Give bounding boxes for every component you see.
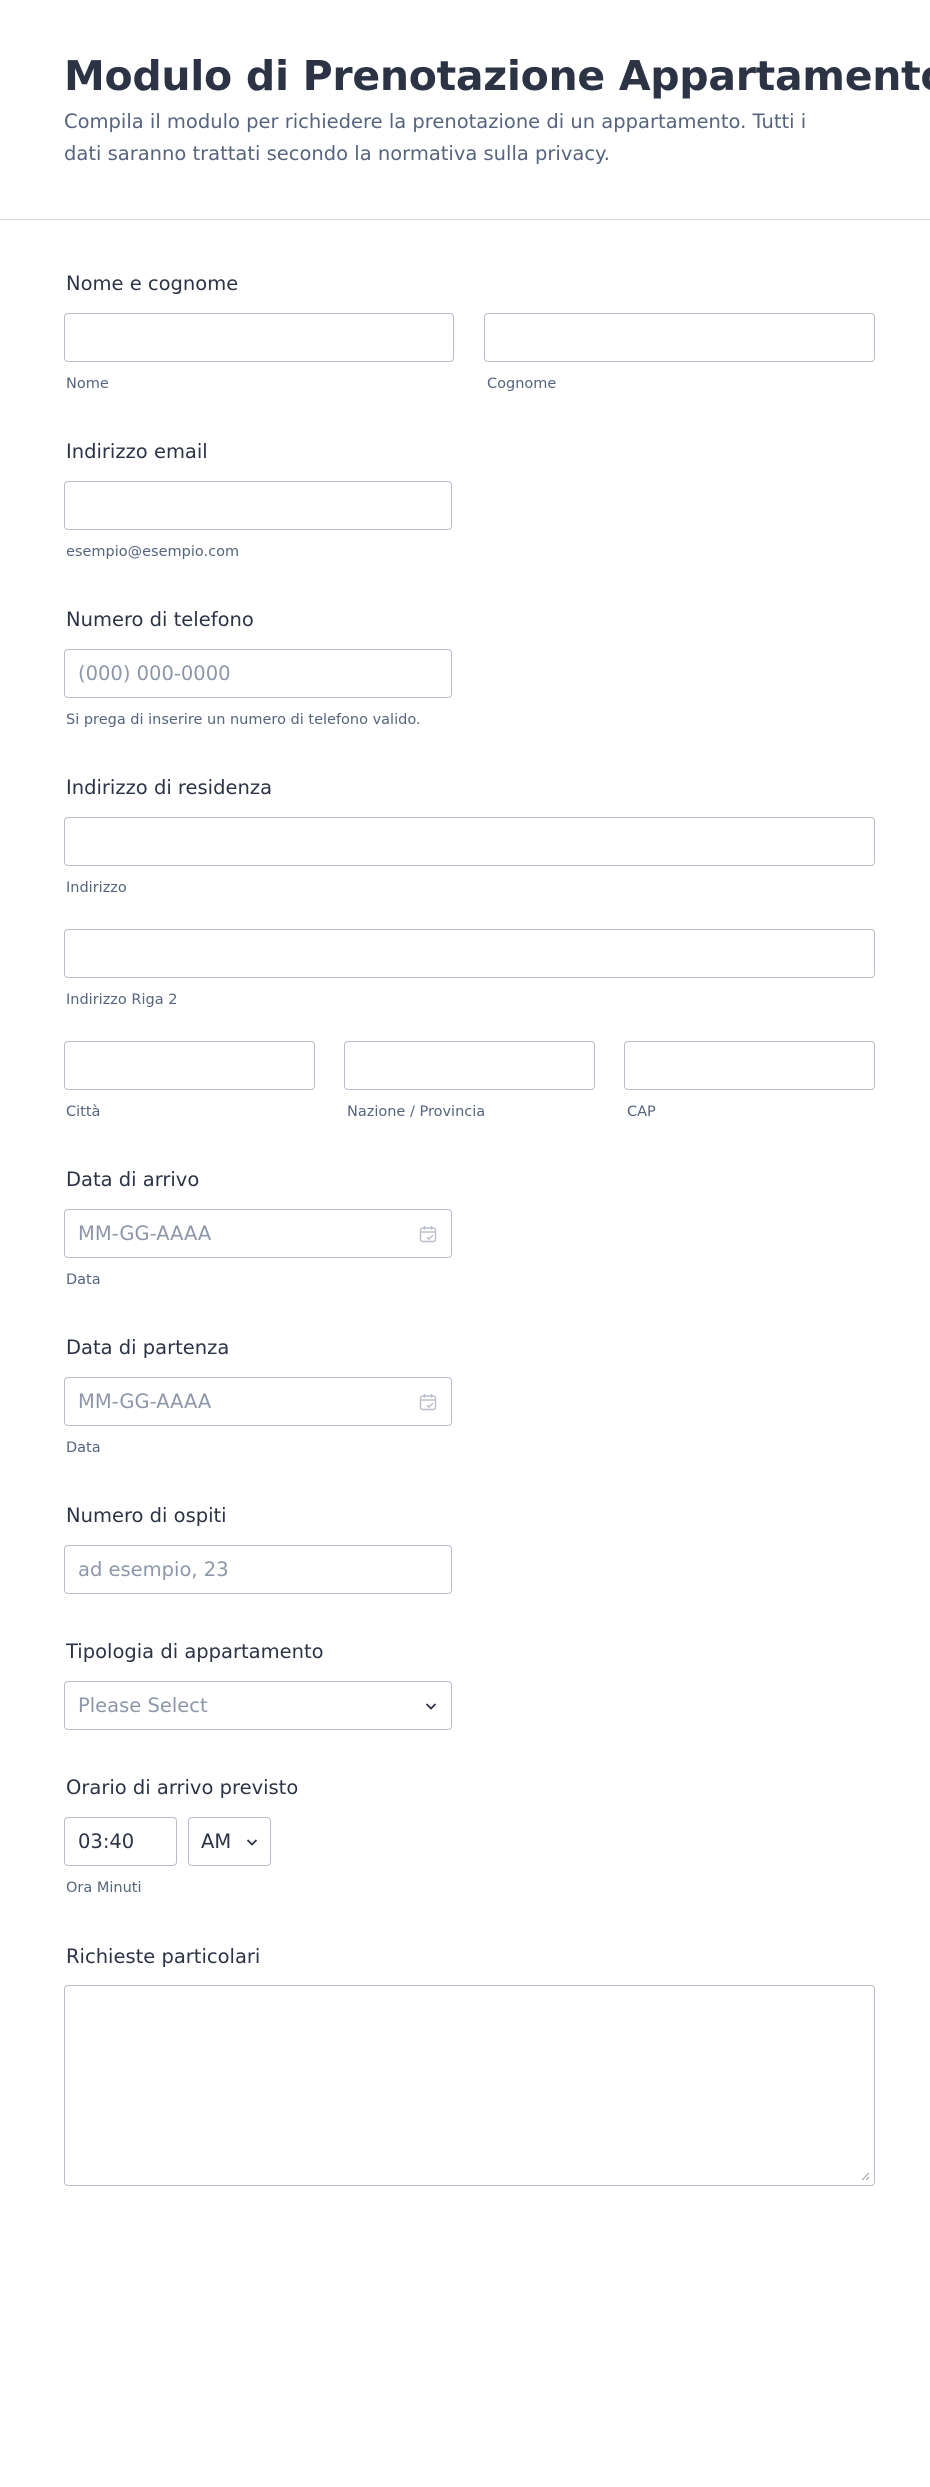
zip-input[interactable] <box>624 1041 875 1090</box>
phone-input[interactable]: (000) 000-0000 <box>64 649 452 698</box>
state-input[interactable] <box>344 1041 595 1090</box>
zip-sublabel: CAP <box>627 1104 656 1120</box>
apartment-type-selected: Please Select <box>78 1694 208 1717</box>
arrival-date-placeholder: MM-GG-AAAA <box>78 1222 212 1245</box>
departure-date-sublabel: Data <box>66 1440 101 1456</box>
arrival-time-sublabel: Ora Minuti <box>66 1880 142 1896</box>
guests-input[interactable]: ad esempio, 23 <box>64 1545 452 1594</box>
apartment-type-select[interactable]: Please Select <box>64 1681 452 1730</box>
arrival-time-value: 03:40 <box>78 1830 135 1853</box>
ampm-value: AM <box>201 1830 232 1853</box>
chevron-down-icon <box>246 1839 258 1846</box>
apartment-type-label: Tipologia di appartamento <box>66 1640 324 1663</box>
first-name-sublabel: Nome <box>66 376 109 392</box>
requests-label: Richieste particolari <box>66 1945 261 1968</box>
guests-placeholder: ad esempio, 23 <box>78 1558 229 1581</box>
phone-sublabel: Si prega di inserire un numero di telefo… <box>66 712 421 728</box>
calendar-icon[interactable] <box>419 1225 437 1243</box>
departure-date-input[interactable]: MM-GG-AAAA <box>64 1377 452 1426</box>
arrival-time-input[interactable]: 03:40 <box>64 1817 177 1866</box>
chevron-down-icon <box>425 1703 437 1710</box>
phone-label: Numero di telefono <box>66 608 254 631</box>
ampm-select[interactable]: AM <box>188 1817 271 1866</box>
calendar-icon[interactable] <box>419 1393 437 1411</box>
form-header: Modulo di Prenotazione Appartamento Comp… <box>0 0 930 220</box>
resize-handle-icon[interactable] <box>860 2171 870 2181</box>
city-sublabel: Città <box>66 1104 101 1120</box>
name-label: Nome e cognome <box>66 272 239 295</box>
last-name-sublabel: Cognome <box>487 376 557 392</box>
city-input[interactable] <box>64 1041 315 1090</box>
address-label: Indirizzo di residenza <box>66 776 273 799</box>
email-input[interactable] <box>64 481 452 530</box>
arrival-date-sublabel: Data <box>66 1272 101 1288</box>
phone-placeholder: (000) 000-0000 <box>78 662 231 685</box>
email-label: Indirizzo email <box>66 440 208 463</box>
arrival-date-label: Data di arrivo <box>66 1168 200 1191</box>
guests-label: Numero di ospiti <box>66 1504 227 1527</box>
address-line1-input[interactable] <box>64 817 875 866</box>
requests-textarea[interactable] <box>64 1985 875 2186</box>
state-sublabel: Nazione / Provincia <box>347 1104 486 1120</box>
arrival-date-input[interactable]: MM-GG-AAAA <box>64 1209 452 1258</box>
address-line2-sublabel: Indirizzo Riga 2 <box>66 992 178 1008</box>
last-name-input[interactable] <box>484 313 875 362</box>
address-line1-sublabel: Indirizzo <box>66 880 127 896</box>
departure-date-placeholder: MM-GG-AAAA <box>78 1390 212 1413</box>
page-title: Modulo di Prenotazione Appartamento <box>64 52 930 100</box>
address-line2-input[interactable] <box>64 929 875 978</box>
page-subtitle: Compila il modulo per richiedere la pren… <box>64 110 807 165</box>
departure-date-label: Data di partenza <box>66 1336 230 1359</box>
email-sublabel: esempio@esempio.com <box>66 544 240 560</box>
first-name-input[interactable] <box>64 313 454 362</box>
arrival-time-label: Orario di arrivo previsto <box>66 1776 299 1799</box>
